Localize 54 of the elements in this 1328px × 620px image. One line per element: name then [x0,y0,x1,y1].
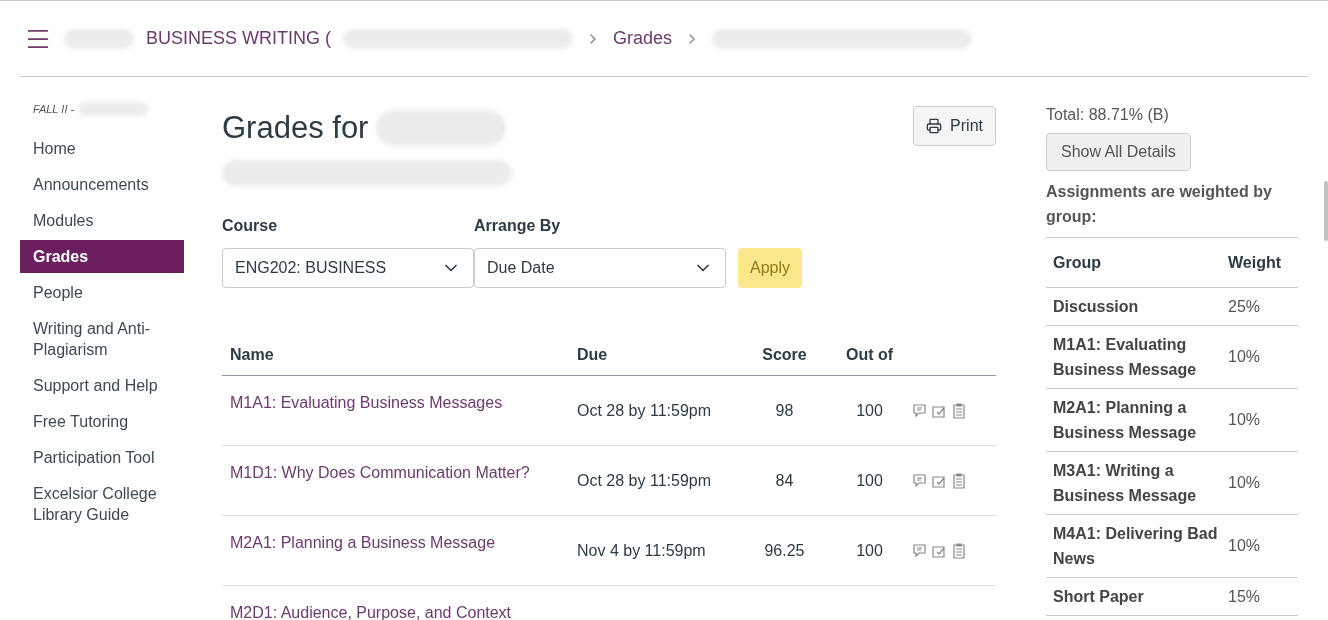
term-label: FALL II - [33,102,75,117]
column-header: Weight [1228,237,1298,288]
total-grade: Total: 88.71% (B) [1046,105,1170,125]
due-date: Oct 28 by 11:59pm [577,401,711,419]
score: 96.25 [764,541,805,559]
nav-item[interactable]: Home [20,131,184,165]
scrollbar [1324,181,1328,241]
column-header: Out of [827,335,912,376]
group-weight: 10% [1228,537,1261,554]
group-name: M1A1: Evaluating Business Message [1053,336,1197,378]
filter-label: Course [222,215,279,236]
printer-icon [926,118,943,134]
group-weight: 25% [1228,297,1261,315]
group-name: M4A1: Delivering Bad News [1053,525,1218,567]
breadcrumb-link[interactable]: Grades [613,25,673,52]
column-header: Group [1046,237,1228,288]
nav-item[interactable]: Writing and Anti-Plagiarism [20,311,184,366]
column-header: Name [222,335,577,376]
group-weight: 10% [1228,474,1261,491]
points-possible: 100 [856,541,883,559]
select-field[interactable]: ENG202: BUSINESS [222,247,474,288]
nav-item[interactable]: Free Tutoring [20,404,184,438]
select-field[interactable]: Due Date [474,247,726,288]
nav-item[interactable]: People [20,275,184,309]
points-possible: 100 [856,471,883,489]
points-possible: 100 [856,401,883,419]
nav-item[interactable]: Excelsior College Library Guide [20,476,184,531]
score: 84 [775,471,794,489]
group-weight: 10% [1228,348,1261,365]
group-name: M2A1: Planning a Business Message [1053,399,1197,441]
group-name: Discussion [1053,298,1139,315]
group-name: Short Paper [1053,588,1144,605]
score: 98 [775,401,794,419]
nav-item[interactable]: Participation Tool [20,440,184,474]
show-details-button[interactable]: Show All Details [1046,133,1191,171]
nav-item[interactable]: Modules [20,203,184,237]
due-date: Oct 28 by 11:59pm [577,471,711,489]
breadcrumb-link[interactable]: BUSINESS WRITING ( [146,25,331,52]
assignment-link[interactable]: M1A1: Evaluating Business Messages [230,394,503,411]
assignment-link[interactable]: M1D1: Why Does Communication Matter? [230,464,530,481]
group-weight: 15% [1228,587,1261,605]
filter-label: Arrange By [474,215,562,236]
weights-note: Assignments are weighted by group: [1046,182,1273,227]
print-button[interactable]: Print [913,106,996,146]
nav-item[interactable]: Grades [20,239,184,273]
nav-item[interactable]: Support and Help [20,368,184,402]
column-header: Due [577,335,742,376]
nav-item[interactable]: Announcements [20,167,184,201]
assignment-link[interactable]: M2A1: Planning a Business Message [230,534,496,551]
group-name: M3A1: Writing a Business Message [1053,462,1197,504]
due-date: Nov 4 by 11:59pm [577,541,706,559]
column-header: Score [742,335,827,376]
page-title: Grades for [222,109,369,147]
group-weight: 10% [1228,411,1261,428]
